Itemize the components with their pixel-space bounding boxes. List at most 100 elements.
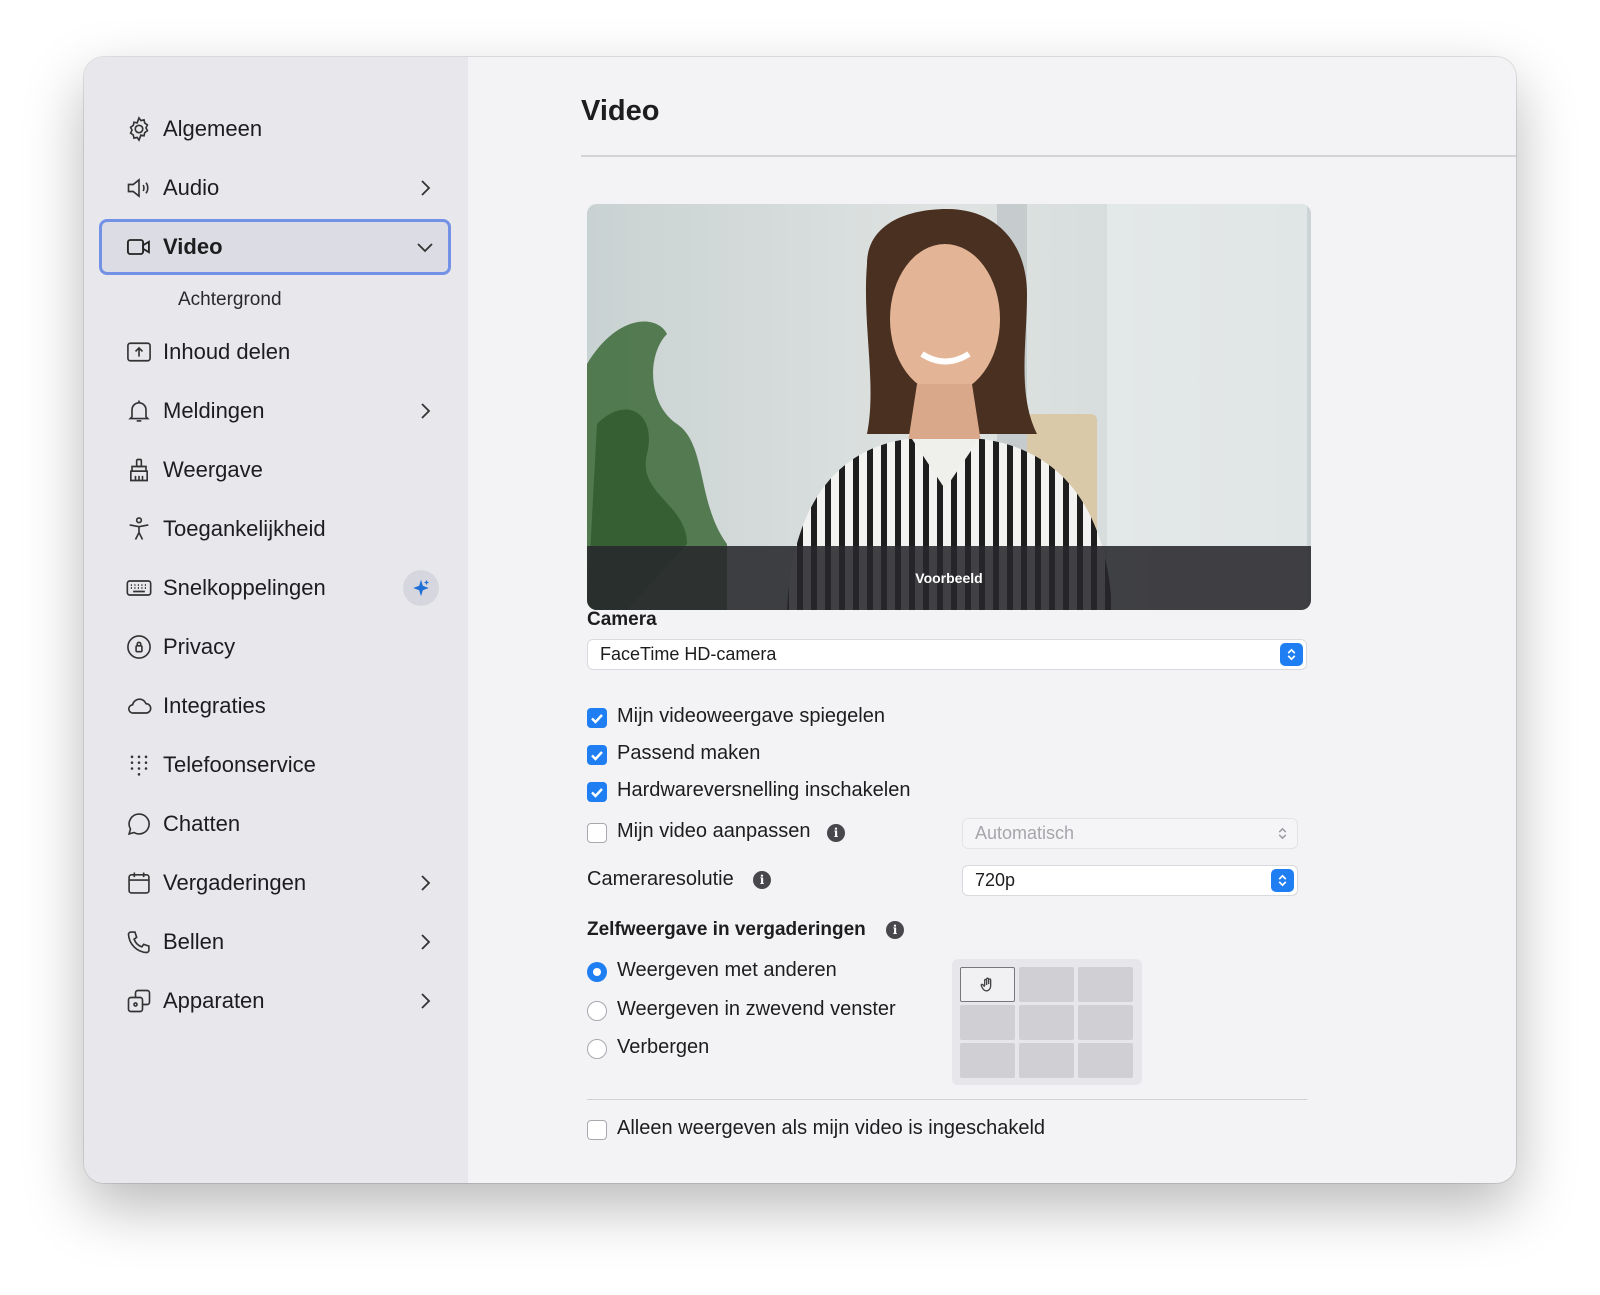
checkbox-label: Mijn video aanpassen xyxy=(617,820,811,842)
radio-zwevend-venster[interactable] xyxy=(587,1001,607,1021)
sidebar-item-telefoonservice[interactable]: Telefoonservice xyxy=(99,737,451,793)
sidebar-item-snelkoppelingen[interactable]: Snelkoppelingen xyxy=(99,560,451,616)
camera-select[interactable]: FaceTime HD-camera xyxy=(587,639,1307,670)
chat-bubble-icon xyxy=(125,810,153,838)
video-camera-icon xyxy=(125,233,153,261)
radio-weergeven-met-anderen[interactable] xyxy=(587,962,607,982)
chevron-right-icon xyxy=(421,180,431,196)
settings-window: Algemeen Audio Video Achtergrond Inhoud … xyxy=(84,57,1516,1183)
main-panel: Video Voorbeeld Camera FaceTime HD-camer… xyxy=(468,57,1516,1183)
info-icon[interactable]: i xyxy=(753,871,771,889)
checkbox-video-aanpassen[interactable] xyxy=(587,823,607,843)
checkbox-label: Mijn videoweergave spiegelen xyxy=(617,705,885,727)
checkbox-label: Alleen weergeven als mijn video is inges… xyxy=(617,1117,1046,1139)
participant-tile xyxy=(1019,1005,1074,1040)
divider xyxy=(587,1099,1307,1100)
chevron-right-icon xyxy=(421,993,431,1009)
accessibility-icon xyxy=(125,515,153,543)
chevron-right-icon xyxy=(421,934,431,950)
checkbox-alleen-bij-video[interactable] xyxy=(587,1120,607,1140)
chevron-updown-icon xyxy=(1280,643,1303,666)
sidebar-item-label: Bellen xyxy=(163,929,225,954)
sidebar-item-label: Toegankelijkheid xyxy=(163,516,326,541)
video-preview: Voorbeeld xyxy=(587,204,1311,610)
resolution-select-value: 720p xyxy=(975,870,1016,890)
participant-tile xyxy=(1078,1005,1133,1040)
sparkle-icon[interactable] xyxy=(403,570,439,606)
sidebar-item-label: Chatten xyxy=(163,811,241,836)
checkbox-label: Passend maken xyxy=(617,742,761,764)
sidebar-item-integraties[interactable]: Integraties xyxy=(99,678,451,734)
camera-select-value: FaceTime HD-camera xyxy=(600,644,777,664)
checkbox-spiegelen[interactable] xyxy=(587,708,607,728)
sidebar-item-inhoud-delen[interactable]: Inhoud delen xyxy=(99,324,451,380)
chevron-updown-icon xyxy=(1271,869,1294,892)
info-icon[interactable]: i xyxy=(827,824,845,842)
radio-label: Weergeven in zwevend venster xyxy=(617,998,896,1020)
sidebar-item-toegankelijkheid[interactable]: Toegankelijkheid xyxy=(99,501,451,557)
sidebar-item-label: Integraties xyxy=(163,693,266,718)
checkbox-label: Hardwareversnelling inschakelen xyxy=(617,779,911,801)
devices-icon xyxy=(125,987,153,1015)
gear-icon xyxy=(125,115,153,143)
chevron-right-icon xyxy=(421,403,431,419)
participant-tile xyxy=(960,1043,1015,1078)
checkbox-passend-maken[interactable] xyxy=(587,745,607,765)
participant-tile xyxy=(1078,967,1133,1002)
radio-verbergen[interactable] xyxy=(587,1039,607,1059)
participant-tile xyxy=(1019,1043,1074,1078)
phone-icon xyxy=(125,928,153,956)
self-tile xyxy=(960,967,1015,1002)
sidebar-item-meldingen[interactable]: Meldingen xyxy=(99,383,451,439)
sidebar-item-label: Algemeen xyxy=(163,116,263,141)
self-view-layout-preview xyxy=(952,959,1142,1085)
speaker-icon xyxy=(125,174,153,202)
share-screen-icon xyxy=(125,338,153,366)
sidebar-item-algemeen[interactable]: Algemeen xyxy=(99,101,451,157)
dialpad-icon xyxy=(125,751,153,779)
camera-label: Camera xyxy=(587,609,657,630)
adjust-video-select-value: Automatisch xyxy=(975,823,1075,843)
bell-icon xyxy=(125,397,153,425)
sidebar-subitem-achtergrond[interactable]: Achtergrond xyxy=(178,289,282,311)
self-view-label: Zelfweergave in vergaderingen xyxy=(587,919,866,940)
keyboard-icon xyxy=(125,574,153,602)
cloud-icon xyxy=(125,692,153,720)
sidebar-item-weergave[interactable]: Weergave xyxy=(99,442,451,498)
page-title: Video xyxy=(581,95,660,127)
sidebar-item-chatten[interactable]: Chatten xyxy=(99,796,451,852)
sidebar-item-label: Video xyxy=(163,234,223,259)
sidebar-item-label: Telefoonservice xyxy=(163,752,316,777)
preview-label: Voorbeeld xyxy=(587,546,1311,610)
sidebar-item-label: Weergave xyxy=(163,457,263,482)
participant-tile xyxy=(1019,967,1074,1002)
sidebar-item-vergaderingen[interactable]: Vergaderingen xyxy=(99,855,451,911)
sidebar-item-apparaten[interactable]: Apparaten xyxy=(99,973,451,1029)
sidebar-item-label: Privacy xyxy=(163,634,236,659)
radio-label: Weergeven met anderen xyxy=(617,959,837,981)
sidebar-item-privacy[interactable]: Privacy xyxy=(99,619,451,675)
hand-icon xyxy=(980,977,992,992)
adjust-video-select[interactable]: Automatisch xyxy=(962,818,1298,849)
participant-tile xyxy=(960,1005,1015,1040)
radio-label: Verbergen xyxy=(617,1036,710,1058)
calendar-icon xyxy=(125,869,153,897)
resolution-select[interactable]: 720p xyxy=(962,865,1298,896)
participant-tile xyxy=(1078,1043,1133,1078)
chevron-down-icon xyxy=(417,243,433,253)
sidebar-item-label: Meldingen xyxy=(163,398,265,423)
info-icon[interactable]: i xyxy=(886,921,904,939)
sidebar-item-label: Apparaten xyxy=(163,988,265,1013)
sidebar-item-label: Audio xyxy=(163,175,220,200)
chevron-updown-icon xyxy=(1271,822,1294,845)
checkbox-hardwareversnelling[interactable] xyxy=(587,782,607,802)
brush-icon xyxy=(125,456,153,484)
sidebar-item-video[interactable]: Video xyxy=(99,219,451,275)
sidebar-item-audio[interactable]: Audio xyxy=(99,160,451,216)
sidebar-item-bellen[interactable]: Bellen xyxy=(99,914,451,970)
sidebar-item-label: Vergaderingen xyxy=(163,870,307,895)
sidebar: Algemeen Audio Video Achtergrond Inhoud … xyxy=(84,57,468,1183)
sidebar-item-label: Snelkoppelingen xyxy=(163,575,326,600)
divider xyxy=(581,155,1516,157)
sidebar-item-label: Inhoud delen xyxy=(163,339,291,364)
